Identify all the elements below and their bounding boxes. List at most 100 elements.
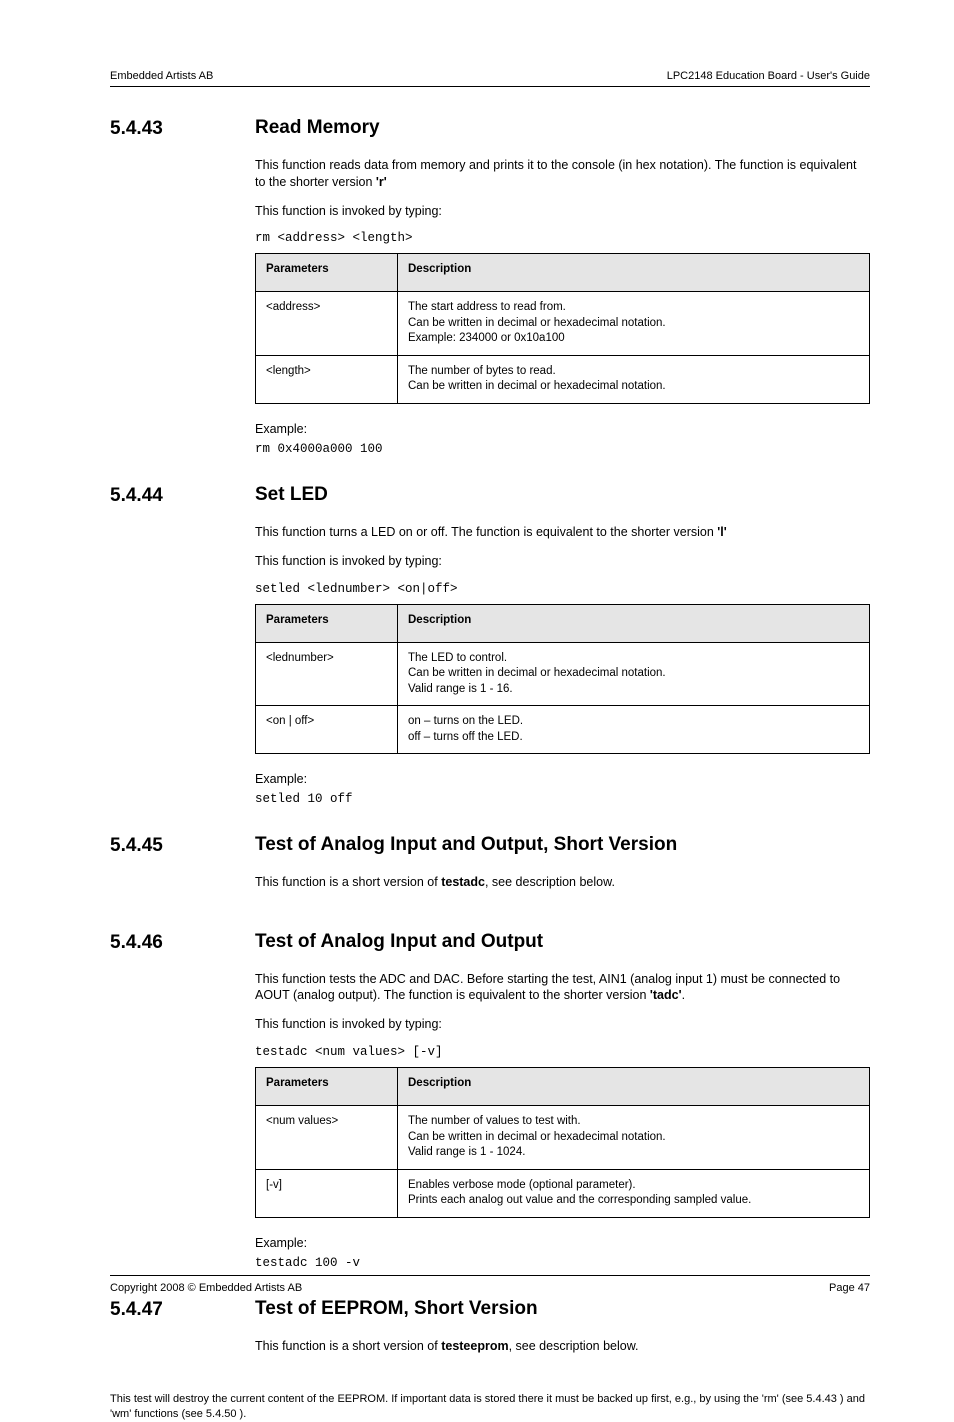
- footer-rule: [110, 1275, 870, 1276]
- section-5-4-43: 5.4.43 Read Memory: [110, 117, 870, 141]
- desc-pre: This function is a short version of: [255, 1339, 441, 1353]
- desc-bold: testeeprom: [441, 1339, 508, 1353]
- table-row: <on | off> on – turns on the LED. off – …: [256, 706, 870, 754]
- doc-header-title: LPC2148 Education Board - User's Guide: [667, 70, 870, 82]
- desc-line: Prints each analog out value and the cor…: [408, 1194, 751, 1206]
- desc-line: The LED to control.: [408, 652, 507, 664]
- header-rule: [110, 86, 870, 87]
- param-desc: The number of values to test with. Can b…: [398, 1106, 870, 1170]
- table-header-row: Parameters Description: [256, 254, 870, 292]
- table-row: <address> The start address to read from…: [256, 292, 870, 356]
- invoke-text: This function is invoked by typing:: [255, 553, 870, 570]
- desc-line: Can be written in decimal or hexadecimal…: [408, 667, 666, 679]
- section-content: This function reads data from memory and…: [255, 157, 870, 456]
- notice-text: This test will destroy the current conte…: [110, 1392, 870, 1422]
- invoke-text: This function is invoked by typing:: [255, 1016, 870, 1033]
- example-label: Example:: [255, 422, 870, 436]
- command-syntax: testadc <num values> [-v]: [255, 1045, 870, 1059]
- param-desc: Enables verbose mode (optional parameter…: [398, 1169, 870, 1217]
- desc-pre: This function tests the ADC and DAC. Bef…: [255, 972, 840, 1003]
- section-description: This function is a short version of test…: [255, 874, 870, 891]
- parameters-table: Parameters Description <lednumber> The L…: [255, 604, 870, 755]
- section-5-4-46: 5.4.46 Test of Analog Input and Output: [110, 931, 870, 955]
- desc-line: The start address to read from.: [408, 301, 566, 313]
- param-desc: The LED to control. Can be written in de…: [398, 642, 870, 706]
- section-title: Read Memory: [255, 117, 380, 140]
- param-name: <num values>: [256, 1106, 398, 1170]
- section-content: This function turns a LED on or off. The…: [255, 524, 870, 806]
- table-header-row: Parameters Description: [256, 1068, 870, 1106]
- desc-bold: 'l': [717, 525, 726, 539]
- param-name: <length>: [256, 355, 398, 403]
- section-5-4-47: 5.4.47 Test of EEPROM, Short Version: [110, 1298, 870, 1322]
- section-description: This function turns a LED on or off. The…: [255, 524, 870, 541]
- example-code: rm 0x4000a000 100: [255, 442, 870, 456]
- page-footer: Copyright 2008 © Embedded Artists AB Pag…: [110, 1275, 870, 1294]
- footer-page-number: Page 47: [829, 1282, 870, 1294]
- command-syntax: setled <lednumber> <on|off>: [255, 582, 870, 596]
- desc-line: Example: 234000 or 0x10a100: [408, 332, 565, 344]
- param-desc: on – turns on the LED. off – turns off t…: [398, 706, 870, 754]
- desc-post: .: [682, 988, 685, 1002]
- section-title: Set LED: [255, 484, 328, 507]
- param-name: [-v]: [256, 1169, 398, 1217]
- parameters-table: Parameters Description <num values> The …: [255, 1067, 870, 1218]
- col-header-param: Parameters: [256, 604, 398, 642]
- desc-line: The number of values to test with.: [408, 1115, 581, 1127]
- table-row: [-v] Enables verbose mode (optional para…: [256, 1169, 870, 1217]
- example-label: Example:: [255, 1236, 870, 1250]
- doc-header-company: Embedded Artists AB: [110, 70, 213, 82]
- table-header-row: Parameters Description: [256, 604, 870, 642]
- param-desc: The start address to read from. Can be w…: [398, 292, 870, 356]
- desc-post: , see description below.: [509, 1339, 639, 1353]
- section-description: This function is a short version of test…: [255, 1338, 870, 1355]
- param-name: <on | off>: [256, 706, 398, 754]
- section-number: 5.4.46: [110, 931, 255, 955]
- desc-line: off – turns off the LED.: [408, 731, 523, 743]
- section-5-4-45: 5.4.45 Test of Analog Input and Output, …: [110, 834, 870, 858]
- col-header-desc: Description: [398, 254, 870, 292]
- section-title: Test of Analog Input and Output, Short V…: [255, 834, 677, 857]
- desc-line: Can be written in decimal or hexadecimal…: [408, 317, 666, 329]
- section-title: Test of Analog Input and Output: [255, 931, 543, 954]
- example-code: setled 10 off: [255, 792, 870, 806]
- desc-bold: 'r': [376, 175, 387, 189]
- footer-copyright: Copyright 2008 © Embedded Artists AB: [110, 1282, 302, 1294]
- section-content: This function is a short version of test…: [255, 874, 870, 891]
- table-row: <lednumber> The LED to control. Can be w…: [256, 642, 870, 706]
- desc-pre: This function turns a LED on or off. The…: [255, 525, 717, 539]
- parameters-table: Parameters Description <address> The sta…: [255, 253, 870, 404]
- section-5-4-44: 5.4.44 Set LED: [110, 484, 870, 508]
- desc-post: , see description below.: [485, 875, 615, 889]
- section-content: This function tests the ADC and DAC. Bef…: [255, 971, 870, 1270]
- table-row: <num values> The number of values to tes…: [256, 1106, 870, 1170]
- section-content: This function is a short version of test…: [255, 1338, 870, 1355]
- param-name: <address>: [256, 292, 398, 356]
- section-title: Test of EEPROM, Short Version: [255, 1298, 538, 1321]
- col-header-param: Parameters: [256, 1068, 398, 1106]
- param-desc: The number of bytes to read. Can be writ…: [398, 355, 870, 403]
- command-syntax: rm <address> <length>: [255, 231, 870, 245]
- desc-line: Can be written in decimal or hexadecimal…: [408, 380, 666, 392]
- section-description: This function tests the ADC and DAC. Bef…: [255, 971, 870, 1005]
- desc-bold: 'tadc': [650, 988, 682, 1002]
- desc-bold: testadc: [441, 875, 485, 889]
- desc-line: Valid range is 1 - 16.: [408, 683, 513, 695]
- desc-pre: This function is a short version of: [255, 875, 441, 889]
- example-code: testadc 100 -v: [255, 1256, 870, 1270]
- col-header-param: Parameters: [256, 254, 398, 292]
- desc-line: The number of bytes to read.: [408, 365, 556, 377]
- table-row: <length> The number of bytes to read. Ca…: [256, 355, 870, 403]
- col-header-desc: Description: [398, 1068, 870, 1106]
- section-description: This function reads data from memory and…: [255, 157, 870, 191]
- desc-line: on – turns on the LED.: [408, 715, 523, 727]
- section-number: 5.4.44: [110, 484, 255, 508]
- desc-line: Can be written in decimal or hexadecimal…: [408, 1131, 666, 1143]
- param-name: <lednumber>: [256, 642, 398, 706]
- section-number: 5.4.47: [110, 1298, 255, 1322]
- desc-pre: This function reads data from memory and…: [255, 158, 856, 189]
- section-number: 5.4.45: [110, 834, 255, 858]
- invoke-text: This function is invoked by typing:: [255, 203, 870, 220]
- example-label: Example:: [255, 772, 870, 786]
- section-number: 5.4.43: [110, 117, 255, 141]
